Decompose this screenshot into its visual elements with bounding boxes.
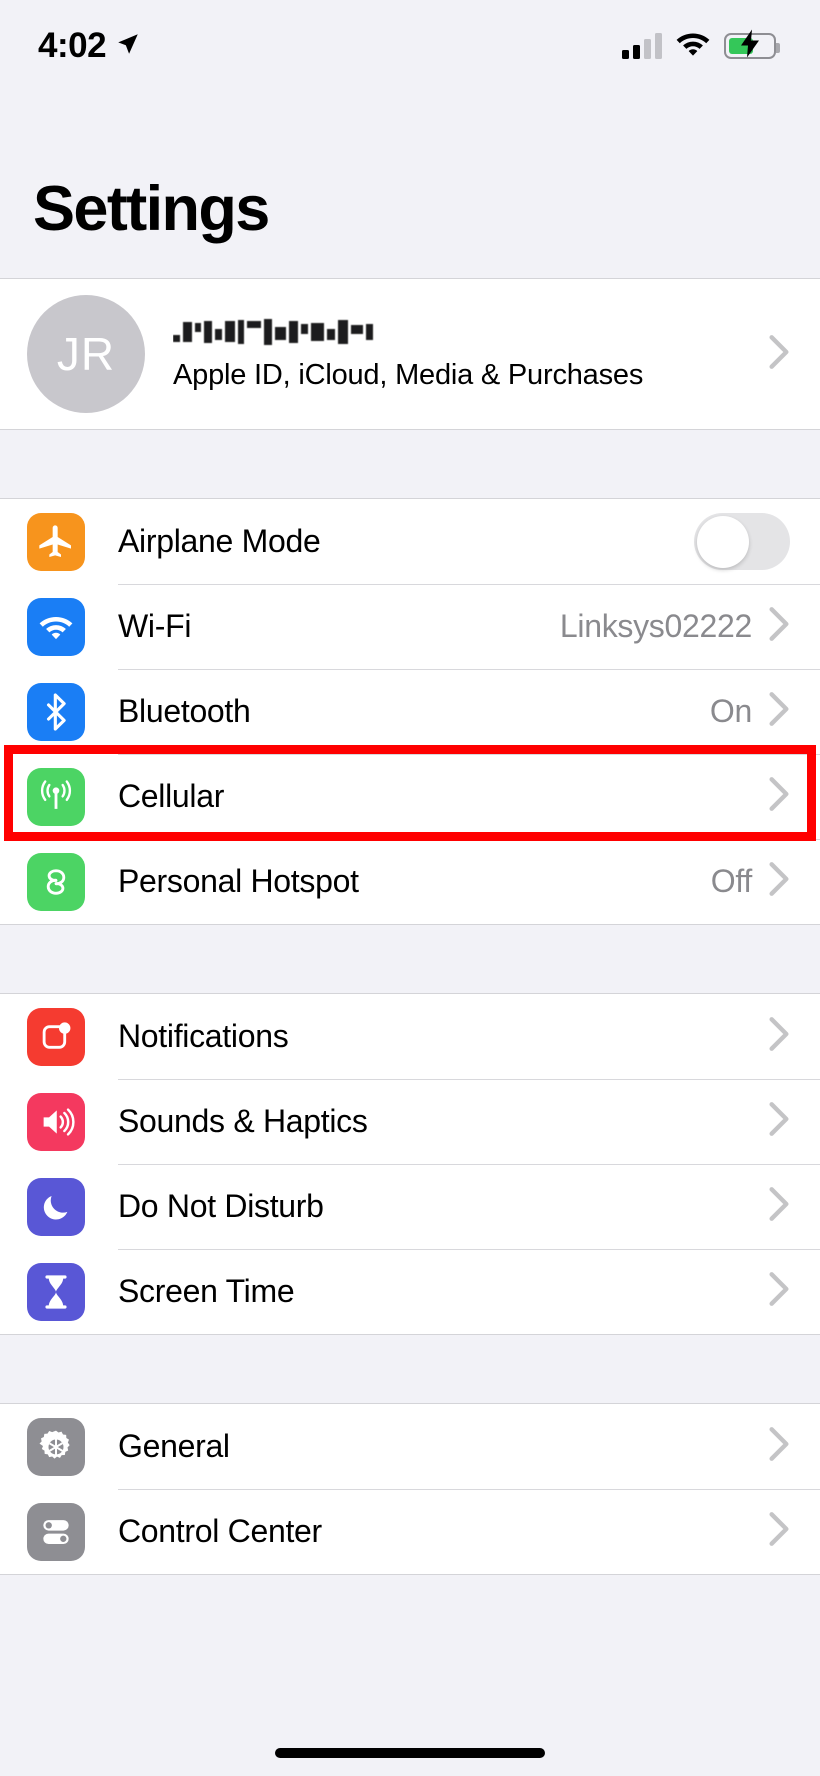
speaker-icon xyxy=(27,1092,85,1151)
settings-row-label: Wi-Fi xyxy=(118,608,192,644)
airplane-icon xyxy=(27,512,85,571)
gear-icon xyxy=(27,1417,85,1476)
chevron-right-icon xyxy=(768,1510,790,1553)
location-arrow-icon xyxy=(115,31,141,62)
chevron-right-icon xyxy=(768,605,790,648)
settings-row-label: Screen Time xyxy=(118,1273,295,1309)
settings-row-notifications[interactable]: Notifications xyxy=(0,994,820,1079)
battery-charging-icon xyxy=(724,29,780,59)
cellular-antenna-icon xyxy=(27,767,85,826)
chevron-right-icon xyxy=(768,690,790,733)
hotspot-icon xyxy=(27,852,85,911)
bluetooth-status-value: On xyxy=(709,693,752,729)
group-separator xyxy=(0,1335,820,1403)
settings-row-label: Personal Hotspot xyxy=(118,863,359,899)
group-separator xyxy=(0,925,820,993)
notifications-group: Notifications Sounds & Haptics Do Not Di… xyxy=(0,993,820,1335)
avatar: JR xyxy=(27,295,145,413)
bluetooth-icon xyxy=(27,682,85,741)
control-center-icon xyxy=(27,1502,85,1561)
hourglass-icon xyxy=(27,1262,85,1321)
settings-row-do-not-disturb[interactable]: Do Not Disturb xyxy=(0,1164,820,1249)
settings-row-label: Cellular xyxy=(118,778,225,814)
wifi-network-value: Linksys02222 xyxy=(559,608,752,644)
settings-row-airplane-mode[interactable]: Airplane Mode xyxy=(0,499,820,584)
status-bar: 4:02 xyxy=(0,0,820,92)
settings-row-screen-time[interactable]: Screen Time xyxy=(0,1249,820,1334)
status-bar-left: 4:02 xyxy=(38,26,141,66)
settings-row-label: Sounds & Haptics xyxy=(118,1103,368,1139)
connectivity-group: Airplane Mode Wi-Fi Linksys02222 Bluetoo… xyxy=(0,498,820,925)
chevron-right-icon xyxy=(768,1015,790,1058)
settings-row-wifi[interactable]: Wi-Fi Linksys02222 xyxy=(0,584,820,669)
settings-row-label: Control Center xyxy=(118,1513,322,1549)
settings-row-label: Notifications xyxy=(118,1018,289,1054)
iphone-settings-screen: 4:02 Settings JR Apple ID, iCloud, Media… xyxy=(0,0,820,1776)
settings-row-label: Bluetooth xyxy=(118,693,251,729)
wifi-icon xyxy=(27,597,85,656)
settings-row-cellular[interactable]: Cellular xyxy=(0,754,820,839)
clock-time: 4:02 xyxy=(38,26,107,65)
settings-row-label: Airplane Mode xyxy=(118,523,321,559)
status-bar-right xyxy=(622,29,780,62)
account-group: JR Apple ID, iCloud, Media & Purchases xyxy=(0,278,820,430)
settings-row-personal-hotspot[interactable]: Personal Hotspot Off xyxy=(0,839,820,924)
chevron-right-icon xyxy=(768,1270,790,1313)
cellular-signal-icon xyxy=(622,33,662,59)
apple-id-subtitle: Apple ID, iCloud, Media & Purchases xyxy=(173,358,644,391)
chevron-right-icon xyxy=(768,1100,790,1143)
chevron-right-icon xyxy=(768,775,790,818)
apple-id-row[interactable]: JR Apple ID, iCloud, Media & Purchases xyxy=(0,279,820,429)
chevron-right-icon xyxy=(768,860,790,903)
airplane-mode-toggle[interactable] xyxy=(694,513,790,570)
account-name-redacted xyxy=(173,317,768,347)
settings-row-label: Do Not Disturb xyxy=(118,1188,324,1224)
chevron-right-icon xyxy=(768,1185,790,1228)
home-indicator[interactable] xyxy=(275,1748,545,1758)
settings-row-label: General xyxy=(118,1428,230,1464)
settings-row-control-center[interactable]: Control Center xyxy=(0,1489,820,1574)
chevron-right-icon xyxy=(768,1425,790,1468)
hotspot-status-value: Off xyxy=(710,863,753,899)
profile-text: Apple ID, iCloud, Media & Purchases xyxy=(173,317,768,392)
settings-row-bluetooth[interactable]: Bluetooth On xyxy=(0,669,820,754)
settings-row-general[interactable]: General xyxy=(0,1404,820,1489)
moon-icon xyxy=(27,1177,85,1236)
system-group: General Control Center xyxy=(0,1403,820,1575)
page-title: Settings xyxy=(33,174,270,244)
wifi-icon xyxy=(675,30,711,62)
chevron-right-icon xyxy=(768,333,790,376)
settings-list: JR Apple ID, iCloud, Media & Purchases A… xyxy=(0,278,820,1575)
settings-row-sounds-haptics[interactable]: Sounds & Haptics xyxy=(0,1079,820,1164)
notifications-icon xyxy=(27,1007,85,1066)
group-separator xyxy=(0,430,820,498)
